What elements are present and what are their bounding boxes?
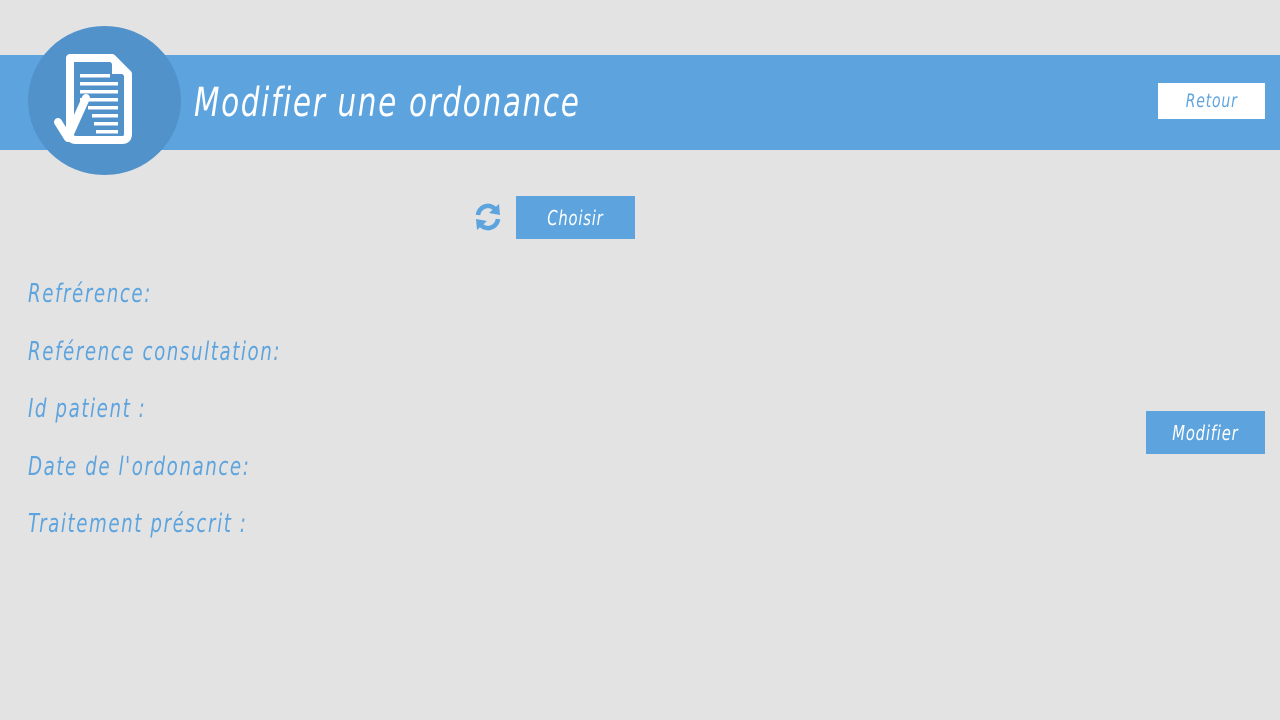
prescription-date-label: Date de l'ordonance: [28,452,251,482]
patient-id-label: Id patient : [28,394,147,424]
consultation-reference-label: Reférence consultation: [28,337,282,367]
page-title: Modifier une ordonance [194,80,581,126]
back-button-label: Retour [1185,90,1238,112]
choose-button-label: Choisir [547,205,604,230]
choose-button[interactable]: Choisir [516,196,635,239]
reference-label: Refrérence: [28,279,152,309]
prescription-check-icon [54,54,132,144]
modify-button[interactable]: Modifier [1146,411,1265,454]
prescribed-treatment-label: Traitement préscrit : [28,509,248,539]
modify-button-label: Modifier [1172,420,1239,445]
app-logo [28,26,181,175]
back-button[interactable]: Retour [1158,83,1265,119]
header-bar [0,55,1280,150]
refresh-icon[interactable] [474,202,502,232]
